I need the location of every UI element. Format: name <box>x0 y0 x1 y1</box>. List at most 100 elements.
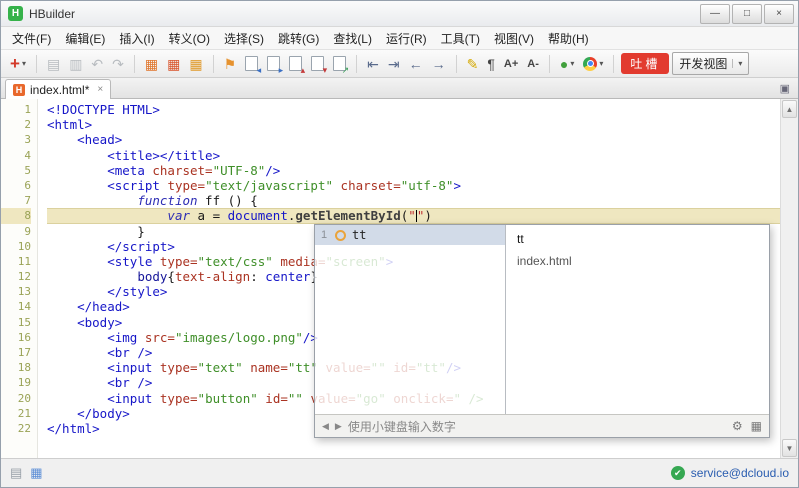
font-larger-button[interactable]: A+ <box>501 55 521 73</box>
menu-select[interactable]: 选择(S) <box>217 27 271 50</box>
next-position-button[interactable]: → <box>429 55 449 73</box>
code-line[interactable]: <!DOCTYPE HTML> <box>47 102 780 117</box>
show-paragraph-icon: ¶ <box>487 57 495 71</box>
line-number: 15 <box>1 315 31 330</box>
code-line[interactable]: <head> <box>47 132 780 147</box>
next-doc-button[interactable]: ▸ <box>264 54 283 73</box>
code-line[interactable]: var a = document.getElementById("") <box>47 208 780 223</box>
settings-gear-icon[interactable]: ⚙ <box>732 419 743 433</box>
live-view-button[interactable]: ▦ <box>164 55 183 73</box>
redo-icon: ↷ <box>112 57 124 71</box>
maximize-button[interactable]: □ <box>732 4 762 24</box>
bookmark-button[interactable]: ⚑ <box>221 55 240 73</box>
editor-tabbar: H index.html* × ▣ <box>1 78 798 99</box>
font-smaller-icon: A- <box>527 57 539 71</box>
tab-close-icon[interactable]: × <box>97 84 103 95</box>
preview-file-name: index.html <box>517 254 758 268</box>
scrollbar-track[interactable] <box>781 119 798 438</box>
show-paragraph-button[interactable]: ¶ <box>484 55 498 73</box>
view-mode-button[interactable]: 开发视图▾ <box>672 52 749 75</box>
window-title: HBuilder <box>29 7 75 21</box>
update-check-icon[interactable]: ✔ <box>671 466 685 480</box>
statusbar-right: ✔ service@dcloud.io <box>671 466 789 480</box>
code-line[interactable]: <script type="text/javascript" charset="… <box>47 178 780 193</box>
jump-forward-icon: ⇥ <box>388 57 400 71</box>
toolbar-separator <box>134 55 135 73</box>
line-number: 1 <box>1 102 31 117</box>
menu-goto[interactable]: 跳转(G) <box>271 27 326 50</box>
prev-position-button[interactable]: ← <box>406 55 426 73</box>
format-icon: ▦ <box>189 57 202 71</box>
jump-back-button[interactable]: ⇤ <box>364 55 382 73</box>
chrome-icon <box>583 57 597 71</box>
line-number: 14 <box>1 299 31 314</box>
save-button[interactable]: ▤ <box>44 55 63 73</box>
undo-button[interactable]: ↶ <box>88 55 106 73</box>
next-doc-icon: ▸ <box>267 56 280 71</box>
format-button[interactable]: ▦ <box>186 55 205 73</box>
line-number-gutter: 12345678910111213141516171819202122 <box>1 99 38 458</box>
editor-area: 12345678910111213141516171819202122 <!DO… <box>1 99 798 458</box>
support-email-link[interactable]: service@dcloud.io <box>691 466 789 480</box>
menu-escape[interactable]: 转义(O) <box>162 27 217 50</box>
menu-file[interactable]: 文件(F) <box>5 27 58 50</box>
menu-insert[interactable]: 插入(I) <box>112 27 161 50</box>
font-smaller-button[interactable]: A- <box>524 55 542 73</box>
font-larger-icon: A+ <box>504 57 518 71</box>
scroll-down-icon[interactable]: ▼ <box>782 439 797 457</box>
code-line[interactable]: <meta charset="UTF-8"/> <box>47 163 780 178</box>
window-controls: — □ × <box>700 4 794 24</box>
prev-doc-icon: ◂ <box>245 56 258 71</box>
toolbar-separator <box>613 55 614 73</box>
code-line[interactable]: <title></title> <box>47 148 780 163</box>
next-edit-doc-button[interactable]: ▾ <box>308 54 327 73</box>
restore-editor-icon[interactable]: ▣ <box>780 82 790 95</box>
toolbar-separator <box>456 55 457 73</box>
bookmark-icon: ⚑ <box>224 57 237 71</box>
dropdown-caret-icon: ▾ <box>599 59 603 68</box>
sync-status-icon[interactable]: ▦ <box>30 465 42 481</box>
scroll-up-icon[interactable]: ▲ <box>782 100 797 118</box>
chrome-run-button[interactable]: ▾ <box>580 55 606 73</box>
popup-next-icon[interactable]: ▶ <box>335 421 342 432</box>
popup-hint: 使用小键盘输入数字 <box>348 418 456 435</box>
save-all-icon: ▥ <box>69 57 82 71</box>
tab-index-html[interactable]: H index.html* × <box>5 79 111 99</box>
line-number: 19 <box>1 375 31 390</box>
highlight-button[interactable]: ✎ <box>464 55 482 73</box>
close-button[interactable]: × <box>764 4 794 24</box>
popup-prev-icon[interactable]: ◀ <box>322 421 329 432</box>
document-status-icon[interactable]: ▤ <box>10 465 22 481</box>
save-all-button[interactable]: ▥ <box>66 55 85 73</box>
device-run-icon: ▦ <box>145 57 158 71</box>
prev-doc-button[interactable]: ◂ <box>242 54 261 73</box>
menu-edit[interactable]: 编辑(E) <box>58 27 112 50</box>
device-run-button[interactable]: ▦ <box>142 55 161 73</box>
next-position-icon: → <box>432 57 446 71</box>
prev-position-icon: ← <box>409 57 423 71</box>
feedback-button[interactable]: 吐槽 <box>621 53 669 74</box>
statusbar: ▤ ▦ ✔ service@dcloud.io <box>1 458 798 487</box>
line-number: 16 <box>1 330 31 345</box>
editor-scrollbar[interactable]: ▲ ▼ <box>780 99 798 458</box>
menu-run[interactable]: 运行(R) <box>379 27 434 50</box>
goto-definition-doc-button[interactable]: ↗ <box>330 54 349 73</box>
jump-forward-button[interactable]: ⇥ <box>385 55 403 73</box>
redo-button[interactable]: ↷ <box>109 55 127 73</box>
code-line[interactable]: function ff () { <box>47 193 780 208</box>
new-file-button[interactable]: +▾ <box>7 54 29 73</box>
menu-help[interactable]: 帮助(H) <box>541 27 596 50</box>
menu-tools[interactable]: 工具(T) <box>434 27 487 50</box>
autocomplete-popup-main: 1 tt tt index.html <box>315 225 769 414</box>
line-number: 4 <box>1 148 31 163</box>
minimize-button[interactable]: — <box>700 4 730 24</box>
menu-view[interactable]: 视图(V) <box>487 27 541 50</box>
code-line[interactable]: <html> <box>47 117 780 132</box>
last-edit-doc-button[interactable]: ▴ <box>286 54 305 73</box>
dropdown-caret-icon: ▾ <box>732 59 742 68</box>
autocomplete-item[interactable]: 1 tt <box>315 225 505 245</box>
run-button[interactable]: ●▾ <box>557 55 577 73</box>
menu-find[interactable]: 查找(L) <box>326 27 379 50</box>
new-file-icon: + <box>10 56 20 71</box>
line-number: 12 <box>1 269 31 284</box>
